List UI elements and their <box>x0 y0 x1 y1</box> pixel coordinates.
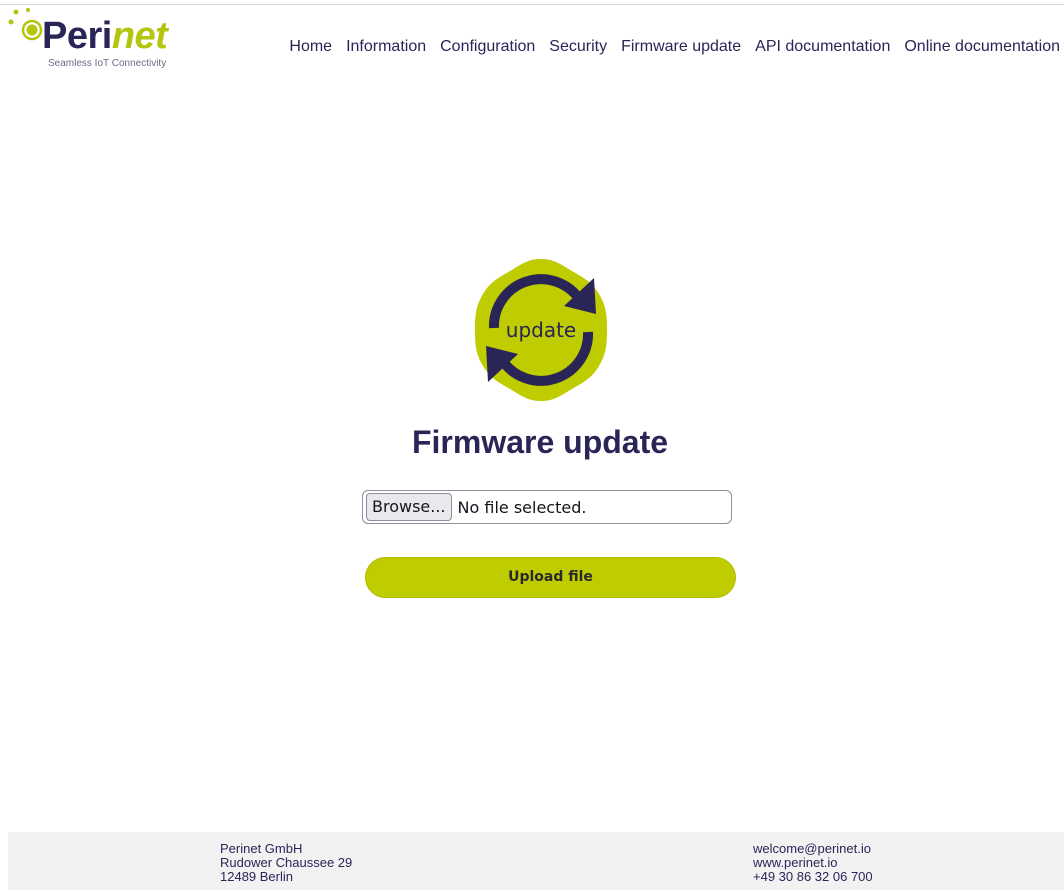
logo-tagline: Seamless IoT Connectivity <box>48 58 167 69</box>
footer-phone: +49 30 86 32 06 700 <box>753 869 873 884</box>
upload-file-button[interactable]: Upload file <box>365 557 736 598</box>
nav-home[interactable]: Home <box>289 38 332 56</box>
footer-street: Rudower Chaussee 29 <box>220 855 353 870</box>
footer-website[interactable]: www.perinet.io <box>753 856 873 870</box>
footer-city: 12489 Berlin <box>220 869 293 884</box>
footer-address: Perinet GmbH Rudower Chaussee 29 12489 B… <box>220 842 352 884</box>
nav-online-documentation[interactable]: Online documentation <box>904 38 1060 56</box>
nav-configuration[interactable]: Configuration <box>440 38 535 56</box>
refresh-arrows-icon: update <box>475 259 607 401</box>
nav-firmware-update[interactable]: Firmware update <box>621 38 741 56</box>
nav-information[interactable]: Information <box>346 38 426 56</box>
page-title: Firmware update <box>411 424 669 460</box>
footer: Perinet GmbH Rudower Chaussee 29 12489 B… <box>8 832 1064 890</box>
footer-email[interactable]: welcome@perinet.io <box>753 842 873 856</box>
nav-api-documentation[interactable]: API documentation <box>755 38 890 56</box>
logo-word-net: net <box>111 15 168 57</box>
file-status-text: No file selected. <box>457 497 587 517</box>
perinet-logo[interactable]: Perinet Seamless IoT Connectivity <box>8 6 183 72</box>
nav-security[interactable]: Security <box>549 38 607 56</box>
logo-word-peri: Peri <box>42 15 112 57</box>
footer-contact: welcome@perinet.io www.perinet.io +49 30… <box>753 842 873 884</box>
page: Perinet Seamless IoT Connectivity Home I… <box>0 0 1064 890</box>
footer-company: Perinet GmbH <box>220 841 303 856</box>
main-nav: Home Information Configuration Security … <box>289 38 1060 56</box>
logo-wordmark: Perinet <box>42 15 168 57</box>
update-icon-label: update <box>506 318 576 342</box>
firmware-file-input[interactable]: Browse... No file selected. <box>362 490 732 524</box>
top-divider <box>0 4 1064 5</box>
browse-button[interactable]: Browse... <box>366 493 452 521</box>
